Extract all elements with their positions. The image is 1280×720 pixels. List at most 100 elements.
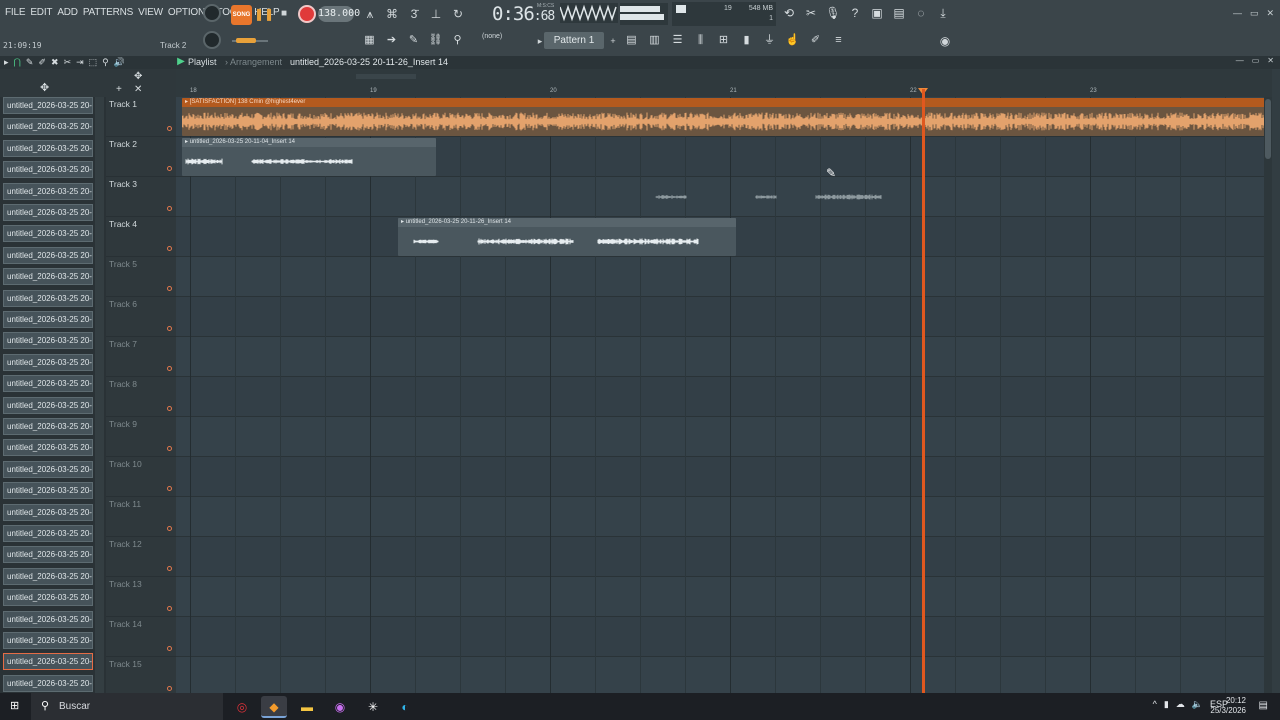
track-header[interactable]: Track 4	[106, 217, 176, 257]
browser-item[interactable]: untitled_2026-03-25 20-	[3, 482, 93, 500]
track-mute-led[interactable]	[167, 286, 172, 291]
move-icon[interactable]: ✥	[40, 81, 49, 94]
plugin-picker-icon[interactable]: ⊞	[714, 31, 733, 49]
slip-icon[interactable]: ⇥	[76, 57, 84, 68]
microphone-icon[interactable]: ▮	[1164, 699, 1169, 710]
undo-icon[interactable]: ⟲	[780, 4, 798, 22]
browser-item[interactable]: untitled_2026-03-25 20-	[3, 268, 93, 286]
cut-icon[interactable]: ✂	[802, 4, 820, 22]
browser-item[interactable]: untitled_2026-03-25 20-	[3, 567, 93, 585]
online-news-icon[interactable]: ◉	[936, 32, 954, 50]
browser-item[interactable]: untitled_2026-03-25 20-	[3, 439, 93, 457]
draw-icon[interactable]: ✎	[26, 57, 34, 68]
browser-item[interactable]: untitled_2026-03-25 20-	[3, 97, 93, 114]
track-header[interactable]: Track 10	[106, 457, 176, 497]
track-mute-led[interactable]	[167, 206, 172, 211]
mic-icon[interactable]: 🎙	[824, 4, 842, 22]
track-header[interactable]: Track 1	[106, 97, 176, 137]
audio-clip-track1[interactable]: ▸ [SATISFACTION] 138 Cmin @highest4ever	[182, 98, 1266, 136]
tempo-display[interactable]: 138.000	[318, 6, 360, 22]
render-icon[interactable]: ▤	[890, 4, 908, 22]
snap-select[interactable]: (none)	[482, 33, 502, 40]
notes-icon[interactable]: ≡	[829, 31, 848, 49]
notification-icon[interactable]: ▤	[1259, 700, 1268, 711]
track-mute-led[interactable]	[167, 406, 172, 411]
taskbar-search[interactable]: ⚲ Buscar	[31, 693, 223, 720]
master-volume-knob[interactable]	[203, 4, 221, 22]
browser-item[interactable]: untitled_2026-03-25 20-	[3, 353, 93, 371]
piano-roll-icon[interactable]: ▥	[645, 31, 664, 49]
track-lane[interactable]	[176, 457, 1272, 497]
track-lane[interactable]	[176, 537, 1272, 577]
browser-item[interactable]: untitled_2026-03-25 20-	[3, 289, 93, 307]
track-lane[interactable]	[176, 417, 1272, 457]
audio-clip-track4[interactable]: ▸ untitled_2026-03-25 20-11-26_Insert 14	[398, 218, 736, 256]
add-track-icon[interactable]: +	[116, 84, 122, 95]
magnet-icon[interactable]: ⋂	[14, 57, 21, 68]
browser-item[interactable]: untitled_2026-03-25 20-	[3, 503, 93, 521]
playlist-maximize-icon[interactable]: ▭	[1252, 56, 1260, 65]
help-icon[interactable]: ?	[846, 4, 864, 22]
track-header[interactable]: Track 2	[106, 137, 176, 177]
pattern-selector[interactable]: Pattern 1	[544, 32, 604, 49]
arrow-right-icon[interactable]: ➔	[382, 31, 401, 49]
browser-item[interactable]: untitled_2026-03-25 20-	[3, 246, 93, 264]
pattern-add-icon[interactable]: +	[604, 32, 622, 50]
collapse-icon[interactable]: ✕	[134, 84, 142, 95]
taskbar-clock[interactable]: 20:12 25/3/2026	[1210, 696, 1246, 716]
track-header[interactable]: Track 15	[106, 657, 176, 697]
tray-chevron-icon[interactable]: ^	[1153, 699, 1157, 710]
stamp-icon[interactable]: ⚲	[448, 31, 467, 49]
volume-icon[interactable]: 🔈	[1192, 699, 1203, 710]
chat-icon[interactable]: ◌	[912, 4, 930, 22]
scroll-thumb[interactable]	[1265, 99, 1271, 159]
browser-item[interactable]: untitled_2026-03-25 20-	[3, 332, 93, 350]
track-mute-led[interactable]	[167, 646, 172, 651]
timeline-ruler[interactable]: 18 19 20 21 22 23	[176, 69, 1272, 97]
horizontal-scroll-thumb[interactable]	[356, 74, 416, 79]
browser-item[interactable]: untitled_2026-03-25 20-	[3, 139, 93, 157]
arrangement-area[interactable]: 18 19 20 21 22 23 ▸ [SATISFACTION] 138 Cmin @…	[176, 69, 1272, 693]
track-header[interactable]: Track 14	[106, 617, 176, 657]
menu-view[interactable]: VIEW	[138, 7, 163, 18]
menu-edit[interactable]: EDIT	[30, 7, 52, 18]
playlist-minimize-icon[interactable]: —	[1236, 56, 1244, 65]
track-mute-led[interactable]	[167, 526, 172, 531]
delete-icon[interactable]: ✖	[51, 57, 59, 68]
record-button[interactable]	[298, 5, 316, 23]
track-mute-led[interactable]	[167, 126, 172, 131]
discord-icon[interactable]: ◉	[327, 696, 353, 718]
track-lane[interactable]	[176, 337, 1272, 377]
vertical-scrollbar[interactable]	[1264, 97, 1272, 693]
network-icon[interactable]: ☁	[1176, 699, 1185, 710]
select-icon[interactable]: ⬚	[89, 57, 98, 68]
browser-item[interactable]: untitled_2026-03-25 20-	[3, 161, 93, 179]
browser-item[interactable]: untitled_2026-03-25 20-	[3, 589, 93, 607]
browser-item[interactable]: untitled_2026-03-25 20-	[3, 610, 93, 628]
browser-item[interactable]: untitled_2026-03-25 20-	[3, 418, 93, 435]
browser-item[interactable]: untitled_2026-03-25 20-	[3, 632, 93, 649]
track-mute-led[interactable]	[167, 486, 172, 491]
playlist-close-icon[interactable]: ✕	[1267, 56, 1274, 65]
wait-input-icon[interactable]: ⌘	[383, 5, 401, 23]
track-lane[interactable]	[176, 577, 1272, 617]
track-lane[interactable]	[176, 257, 1272, 297]
channel-rack-icon[interactable]: ☰	[668, 31, 687, 49]
save-icon[interactable]: ▣	[868, 4, 886, 22]
track-mute-led[interactable]	[167, 606, 172, 611]
master-pitch-knob[interactable]	[203, 31, 221, 49]
chatgpt-icon[interactable]: ✳	[360, 696, 386, 718]
track-header[interactable]: Track 12	[106, 537, 176, 577]
track-header[interactable]: Track 3	[106, 177, 176, 217]
pattern-song-toggle[interactable]: SONG	[231, 5, 252, 25]
track-header[interactable]: Track 13	[106, 577, 176, 617]
main-slider[interactable]	[236, 38, 256, 43]
paint-icon[interactable]: ✐	[38, 57, 46, 68]
track-mute-led[interactable]	[167, 246, 172, 251]
playhead[interactable]	[922, 89, 925, 693]
countdown-icon[interactable]: 3̄	[405, 5, 423, 23]
track-mute-led[interactable]	[167, 366, 172, 371]
minimize-icon[interactable]: —	[1233, 8, 1242, 19]
menu-file[interactable]: FILE	[5, 7, 26, 18]
step-edit-icon[interactable]: ⊥	[427, 5, 445, 23]
